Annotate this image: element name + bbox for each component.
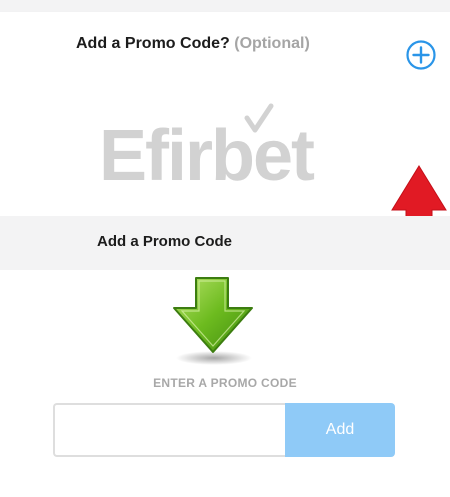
promo-section-bar: Add a Promo Code — [0, 216, 450, 270]
arrow-down-icon — [173, 277, 253, 365]
add-promo-code-button[interactable]: Add — [285, 403, 395, 457]
promo-code-form: Add — [53, 403, 395, 457]
top-strip — [0, 0, 450, 12]
plus-circle-icon[interactable] — [405, 39, 437, 71]
promo-header-title: Add a Promo Code? (Optional) — [76, 35, 310, 53]
promo-code-header[interactable]: Add a Promo Code? (Optional) — [0, 12, 450, 72]
promo-code-input[interactable] — [53, 403, 285, 457]
optional-label: (Optional) — [234, 35, 310, 52]
promo-header-title-text: Add a Promo Code? — [76, 35, 230, 52]
promo-code-field-label: ENTER A PROMO CODE — [153, 376, 297, 390]
promo-code-page: Add a Promo Code? (Optional) Efirbet Add… — [0, 0, 450, 497]
logo-area: Efirbet — [0, 72, 450, 267]
promo-section-title: Add a Promo Code — [97, 233, 233, 250]
logo-text: Efirbet — [99, 116, 315, 190]
efirbet-logo: Efirbet — [99, 103, 317, 190]
